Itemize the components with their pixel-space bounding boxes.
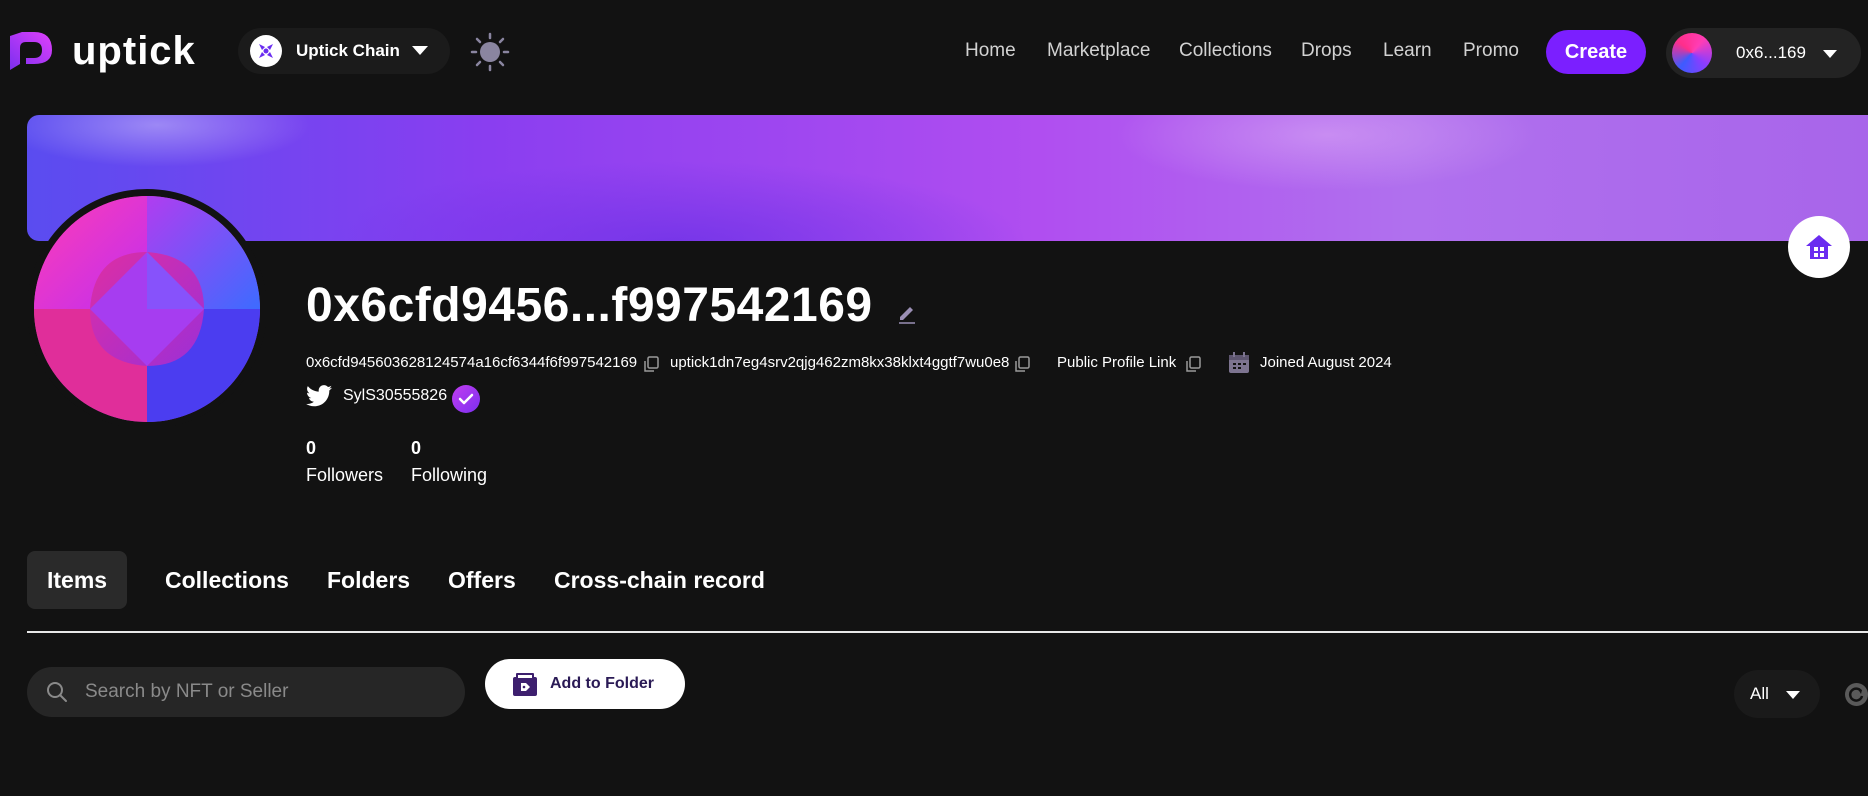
followers-label: Followers bbox=[306, 465, 384, 485]
copy-icon[interactable] bbox=[1184, 355, 1202, 373]
search-input[interactable] bbox=[83, 680, 465, 704]
logo-text: uptick bbox=[72, 29, 196, 73]
joined-date: Joined August 2024 bbox=[1260, 354, 1392, 371]
verified-icon bbox=[452, 385, 480, 413]
copy-icon[interactable] bbox=[1013, 355, 1031, 373]
avatar bbox=[34, 196, 260, 422]
nav-drops[interactable]: Drops bbox=[1301, 40, 1352, 62]
public-profile-link[interactable]: Public Profile Link bbox=[1057, 354, 1176, 371]
nav-learn[interactable]: Learn bbox=[1383, 40, 1432, 62]
home-icon bbox=[1806, 235, 1832, 259]
chain-icon bbox=[250, 35, 282, 67]
tab-collections[interactable]: Collections bbox=[165, 551, 289, 609]
profile-avatar bbox=[27, 189, 267, 429]
uptick-logo[interactable]: uptick bbox=[4, 26, 196, 76]
edit-icon[interactable] bbox=[896, 302, 918, 324]
wallet-menu[interactable]: 0x6...169 bbox=[1666, 28, 1861, 78]
following-stat[interactable]: 0 Following bbox=[411, 438, 487, 486]
sun-icon[interactable] bbox=[470, 32, 510, 72]
twitter-icon bbox=[306, 385, 332, 407]
filter-select[interactable]: All bbox=[1734, 670, 1820, 718]
chevron-down-icon bbox=[1786, 691, 1800, 699]
filter-value: All bbox=[1750, 684, 1769, 703]
cosmos-address: uptick1dn7eg4srv2qjg462zm8kx38klxt4ggtf7… bbox=[670, 354, 1010, 371]
refresh-icon[interactable] bbox=[1845, 683, 1868, 706]
chevron-down-icon bbox=[1823, 50, 1837, 58]
following-label: Following bbox=[411, 465, 488, 485]
tab-items[interactable]: Items bbox=[27, 551, 128, 609]
uptick-logo-icon bbox=[10, 32, 52, 70]
create-button[interactable]: Create bbox=[1546, 30, 1646, 74]
avatar bbox=[1672, 33, 1712, 73]
nav-collections[interactable]: Collections bbox=[1179, 40, 1272, 62]
add-to-folder-button[interactable]: Add to Folder bbox=[485, 659, 685, 709]
twitter-handle: SylS30555826 bbox=[343, 387, 448, 404]
nav-home[interactable]: Home bbox=[965, 40, 1016, 62]
tab-cross-chain-record[interactable]: Cross-chain record bbox=[554, 551, 765, 609]
tab-offers[interactable]: Offers bbox=[448, 551, 516, 609]
wallet-address: 0x6...169 bbox=[1736, 43, 1806, 62]
profile-banner bbox=[27, 115, 1868, 241]
evm-address: 0x6cfd945603628124574a16cf6344f6f9975421… bbox=[306, 354, 638, 371]
followers-count: 0 bbox=[306, 438, 317, 458]
following-count: 0 bbox=[411, 438, 422, 458]
followers-stat[interactable]: 0 Followers bbox=[306, 438, 383, 486]
add-to-folder-label: Add to Folder bbox=[550, 675, 654, 692]
search-icon bbox=[47, 682, 67, 702]
nav-promo[interactable]: Promo bbox=[1463, 40, 1519, 62]
chain-label: Uptick Chain bbox=[296, 41, 400, 60]
folder-icon bbox=[513, 673, 537, 696]
copy-icon[interactable] bbox=[642, 355, 660, 373]
nav-marketplace[interactable]: Marketplace bbox=[1047, 40, 1151, 62]
calendar-icon bbox=[1229, 352, 1249, 373]
chevron-down-icon bbox=[412, 46, 428, 55]
profile-name: 0x6cfd9456...f997542169 bbox=[306, 279, 873, 332]
chain-selector[interactable]: Uptick Chain bbox=[238, 28, 450, 74]
home-button[interactable] bbox=[1788, 216, 1850, 278]
search-box bbox=[27, 667, 465, 717]
tab-folders[interactable]: Folders bbox=[327, 551, 410, 609]
tabs-divider bbox=[27, 631, 1868, 633]
top-navbar: uptick Uptick Chain Home Marketplace Col… bbox=[0, 0, 1868, 104]
